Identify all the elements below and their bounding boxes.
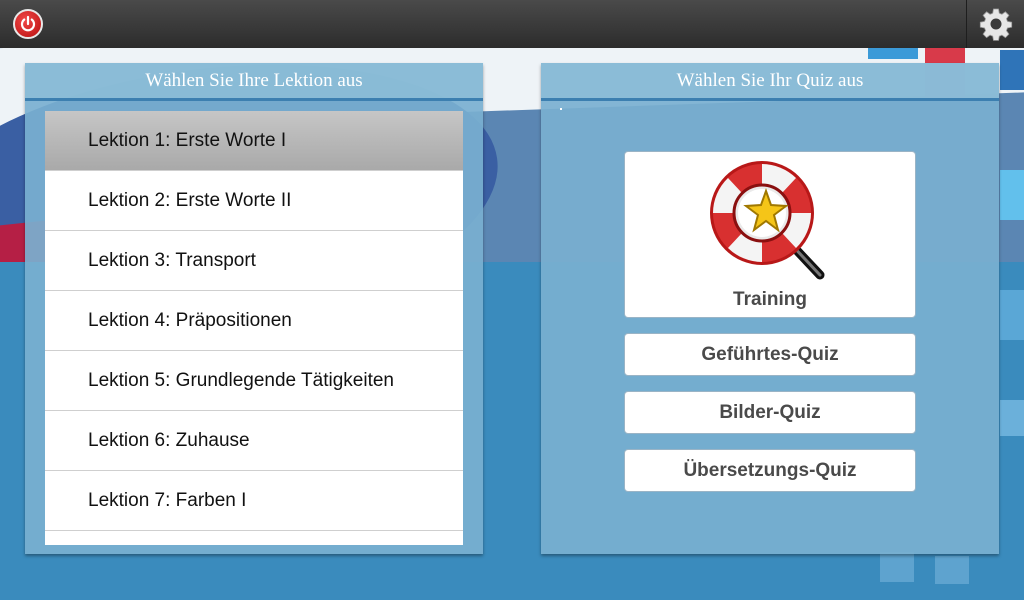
translation-quiz-button[interactable]: Übersetzungs-Quiz (624, 449, 916, 492)
lesson-item[interactable]: Lektion 6: Zuhause (45, 411, 463, 471)
lesson-item[interactable]: Lektion 4: Präpositionen (45, 291, 463, 351)
background-square (1000, 290, 1024, 340)
background-square (935, 556, 969, 584)
lesson-item[interactable]: Lektion 7: Farben I (45, 471, 463, 531)
lesson-item[interactable]: Lektion 5: Grundlegende Tätigkeiten (45, 351, 463, 411)
settings-button[interactable] (966, 0, 1024, 48)
quiz-panel-title: Wählen Sie Ihr Quiz aus (541, 63, 999, 101)
background-square (1000, 400, 1024, 436)
top-bar (0, 0, 1024, 48)
background-square (1000, 170, 1024, 220)
gear-icon (979, 8, 1012, 41)
lifebuoy-magnifier-star-icon (710, 161, 825, 280)
training-button[interactable]: Training (624, 151, 916, 318)
lesson-item[interactable]: Lektion 2: Erste Worte II (45, 171, 463, 231)
power-button[interactable] (0, 0, 56, 48)
decorative-dot (560, 108, 562, 110)
picture-quiz-button[interactable]: Bilder-Quiz (624, 391, 916, 434)
background-square (880, 552, 914, 582)
power-icon (13, 9, 43, 39)
lessons-panel: Wählen Sie Ihre Lektion aus Lektion 1: E… (25, 63, 483, 554)
quiz-panel: Wählen Sie Ihr Quiz aus Training Geführt… (541, 63, 999, 554)
lesson-list[interactable]: Lektion 1: Erste Worte I Lektion 2: Erst… (45, 111, 463, 545)
training-label: Training (733, 289, 807, 310)
lesson-item[interactable]: Lektion 3: Transport (45, 231, 463, 291)
lesson-item[interactable]: Lektion 1: Erste Worte I (45, 111, 463, 171)
guided-quiz-button[interactable]: Geführtes-Quiz (624, 333, 916, 376)
lessons-panel-title: Wählen Sie Ihre Lektion aus (25, 63, 483, 101)
background-square (1000, 50, 1024, 90)
